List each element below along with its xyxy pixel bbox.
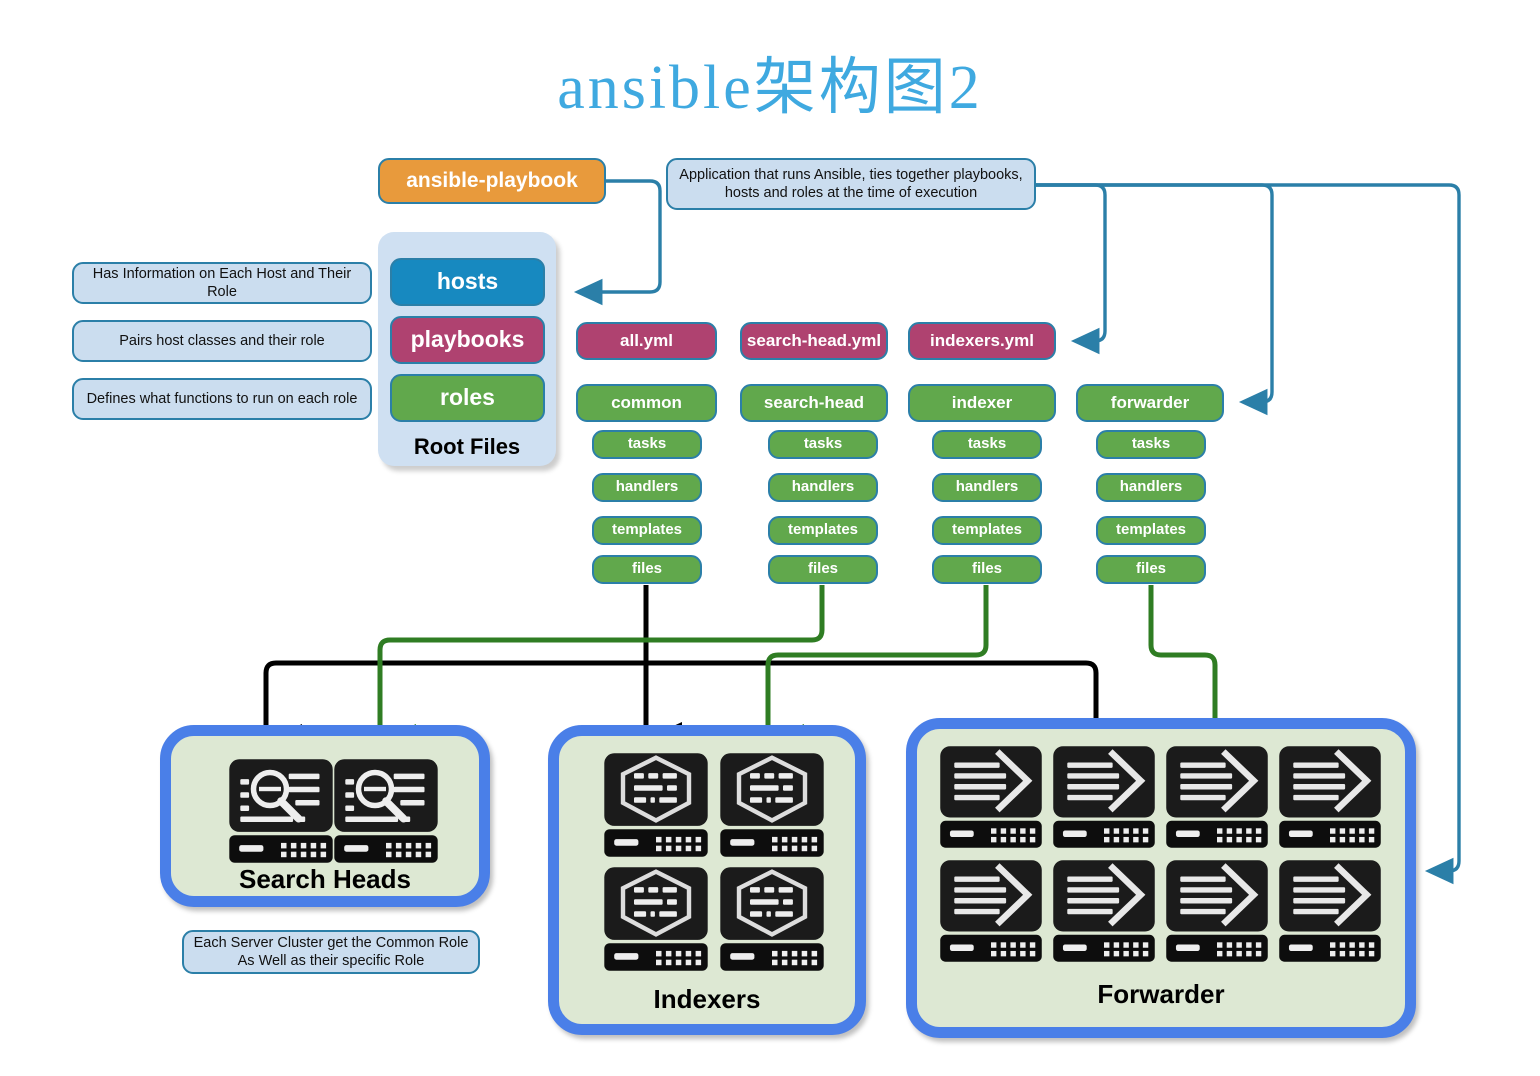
root-file-hosts[interactable]: hosts [390,258,545,306]
root-file-hosts-label: hosts [436,268,499,295]
role-common-tasks-label: tasks [627,435,667,453]
note-playbooks: Pairs host classes and their role [72,320,372,362]
ansible-playbook-label: ansible-playbook [406,169,578,193]
role-search-head-templates-label: templates [787,521,859,539]
role-search-head-handlers-label: handlers [791,478,855,496]
playbook-description-text: Application that runs Ansible, ties toge… [679,166,1023,201]
cluster-indexers[interactable]: Indexers [548,725,866,1035]
role-indexer-files[interactable]: files [932,555,1042,584]
role-indexer-label: indexer [951,392,1013,412]
root-file-playbooks-label: playbooks [410,326,525,353]
role-search-head[interactable]: search-head [740,384,888,422]
forward-server-icon [1163,857,1271,965]
yml-file-search-head-label: search-head.yml [746,330,882,350]
search-server-icon [331,756,441,866]
role-forwarder-label: forwarder [1110,392,1190,412]
forward-server-icon [937,743,1045,851]
role-search-head-tasks-label: tasks [803,435,843,453]
role-common-label: common [611,392,682,412]
role-forwarder-templates-label: templates [1115,521,1187,539]
forward-server-icon [1050,857,1158,965]
index-server-icon [717,864,827,974]
role-forwarder-handlers-label: handlers [1119,478,1183,496]
role-indexer-tasks[interactable]: tasks [932,430,1042,459]
role-forwarder[interactable]: forwarder [1076,384,1224,422]
role-forwarder-templates[interactable]: templates [1096,516,1206,545]
search-server-icon [226,756,336,866]
page-title: ansible架构图2 [557,54,983,122]
yml-file-all-label: all.yml [620,330,673,350]
playbook-description-box: Application that runs Ansible, ties toge… [666,158,1036,210]
role-common-files-label: files [631,560,662,578]
ansible-playbook-node[interactable]: ansible-playbook [378,158,606,204]
cluster-forwarder[interactable]: Forwarder [906,718,1416,1038]
role-indexer[interactable]: indexer [908,384,1056,422]
role-search-head-tasks[interactable]: tasks [768,430,878,459]
role-common-tasks[interactable]: tasks [592,430,702,459]
forward-server-icon [1163,743,1271,851]
note-roles-text: Defines what functions to run on each ro… [86,390,358,407]
role-common-handlers[interactable]: handlers [592,473,702,502]
cluster-search-heads-label: Search Heads [171,864,479,895]
role-search-head-handlers[interactable]: handlers [768,473,878,502]
cluster-forwarder-label-text: Forwarder [1097,979,1225,1009]
yml-file-indexers[interactable]: indexers.yml [908,322,1056,360]
note-hosts: Has Information on Each Host and Their R… [72,262,372,304]
root-files-panel-label: Root Files [378,434,556,460]
cluster-search-heads[interactable]: Search Heads [160,725,490,907]
role-indexer-templates-label: templates [951,521,1023,539]
role-indexer-handlers[interactable]: handlers [932,473,1042,502]
role-forwarder-handlers[interactable]: handlers [1096,473,1206,502]
note-playbooks-text: Pairs host classes and their role [119,332,325,349]
cluster-search-heads-label-text: Search Heads [239,864,411,894]
role-common[interactable]: common [576,384,717,422]
role-forwarder-files[interactable]: files [1096,555,1206,584]
role-search-head-label: search-head [763,392,865,412]
role-search-head-files[interactable]: files [768,555,878,584]
cluster-forwarder-label: Forwarder [917,979,1405,1010]
role-forwarder-files-label: files [1135,560,1166,578]
footnote-box: Each Server Cluster get the Common Role … [182,930,480,974]
forward-server-icon [1276,743,1384,851]
footnote-text: Each Server Cluster get the Common Role … [193,934,469,969]
role-forwarder-tasks[interactable]: tasks [1096,430,1206,459]
role-common-templates-label: templates [611,521,683,539]
diagram-canvas: ansible架构图2 ansible-playbook Application… [0,0,1540,1076]
yml-file-search-head[interactable]: search-head.yml [740,322,888,360]
root-file-roles-label: roles [440,384,495,411]
index-server-icon [601,864,711,974]
note-roles: Defines what functions to run on each ro… [72,378,372,420]
role-common-files[interactable]: files [592,555,702,584]
role-indexer-templates[interactable]: templates [932,516,1042,545]
cluster-indexers-label-text: Indexers [653,984,761,1014]
forward-server-icon [1050,743,1158,851]
role-common-handlers-label: handlers [615,478,679,496]
role-indexer-files-label: files [971,560,1002,578]
root-file-roles[interactable]: roles [390,374,545,422]
role-search-head-templates[interactable]: templates [768,516,878,545]
role-forwarder-tasks-label: tasks [1131,435,1171,453]
yml-file-all[interactable]: all.yml [576,322,717,360]
index-server-icon [717,750,827,860]
role-indexer-tasks-label: tasks [967,435,1007,453]
root-file-playbooks[interactable]: playbooks [390,316,545,364]
note-hosts-text: Has Information on Each Host and Their R… [92,265,352,300]
forward-server-icon [937,857,1045,965]
index-server-icon [601,750,711,860]
role-search-head-files-label: files [807,560,838,578]
role-common-templates[interactable]: templates [592,516,702,545]
yml-file-indexers-label: indexers.yml [930,330,1034,350]
root-files-panel-label-text: Root Files [413,434,521,459]
cluster-indexers-label: Indexers [559,984,855,1015]
forward-server-icon [1276,857,1384,965]
role-indexer-handlers-label: handlers [955,478,1019,496]
